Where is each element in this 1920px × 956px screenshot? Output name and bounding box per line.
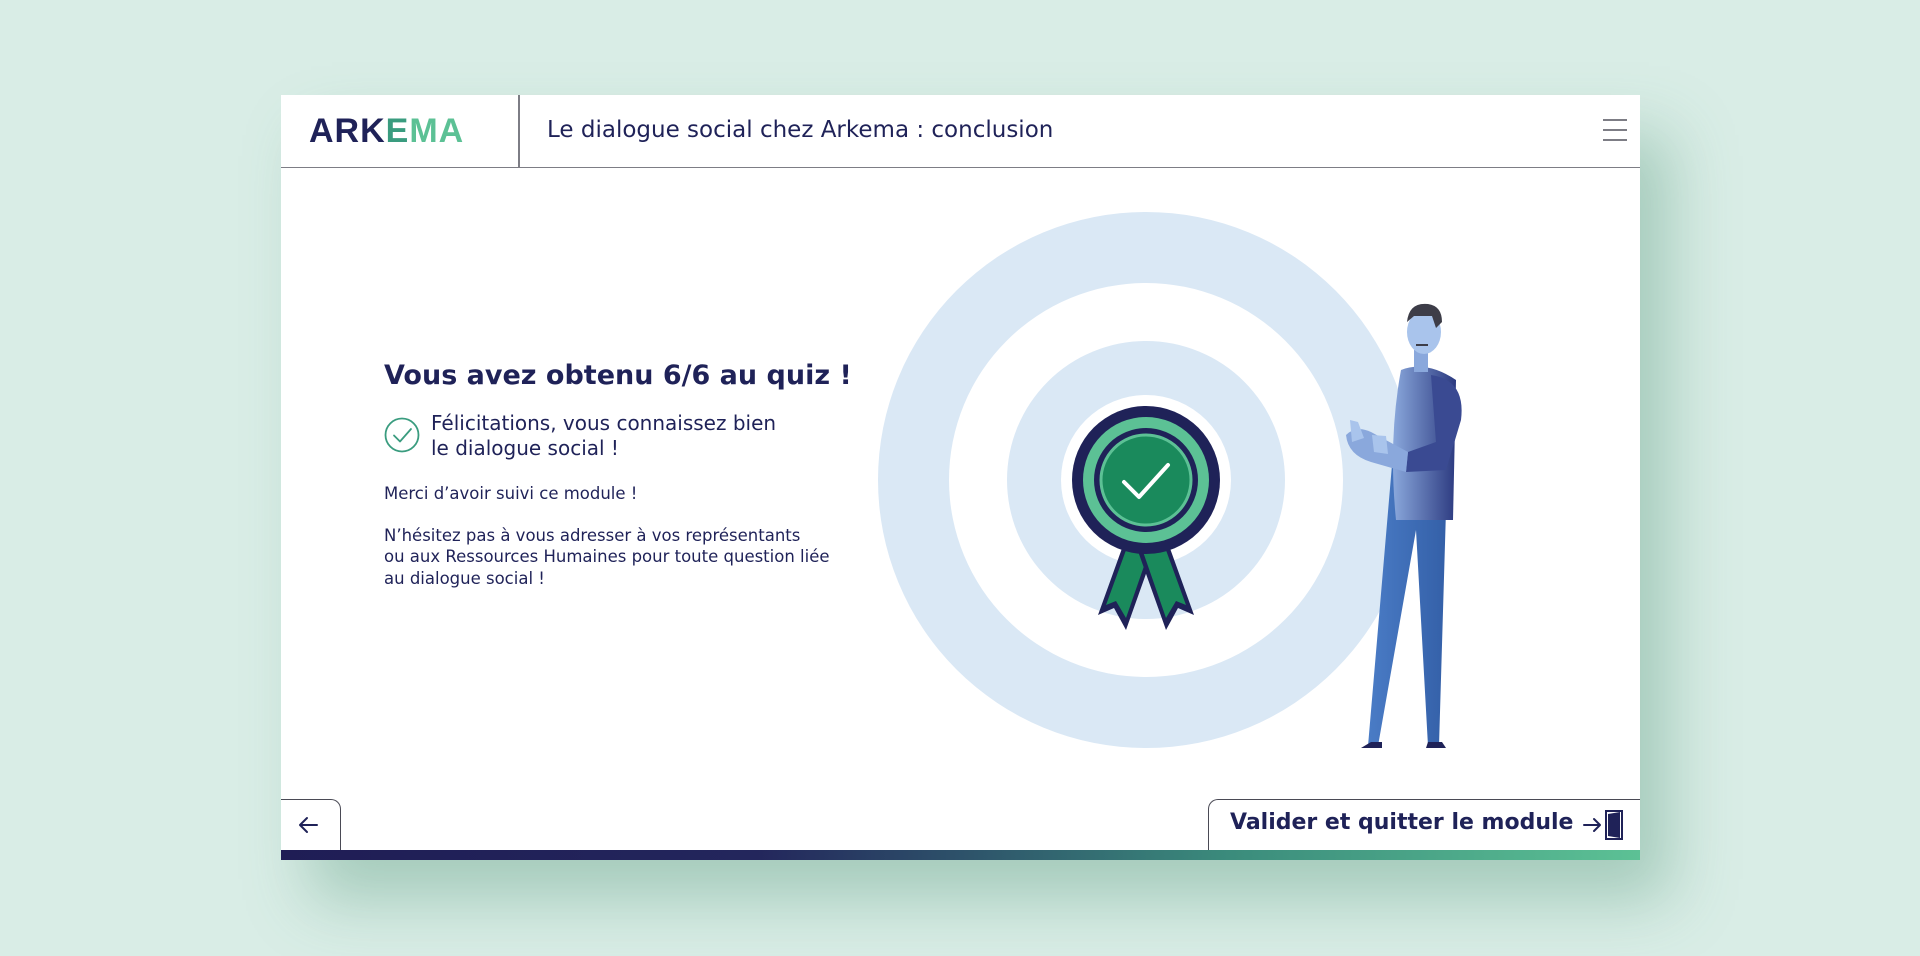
check-circle-icon: [384, 417, 420, 453]
congrats-message: Félicitations, vous connaissez bien le d…: [384, 411, 904, 461]
course-title: Le dialogue social chez Arkema : conclus…: [547, 117, 1054, 143]
award-illustration: [878, 212, 1471, 752]
contact-line-2: ou aux Ressources Humaines pour toute qu…: [384, 547, 830, 566]
arrow-left-icon: [299, 817, 318, 833]
congrats-line-1: Félicitations, vous connaissez bien: [431, 411, 777, 435]
hamburger-menu-icon[interactable]: [1600, 115, 1630, 145]
score-title: Vous avez obtenu 6/6 au quiz !: [384, 360, 852, 391]
result-panel: Vous avez obtenu 6/6 au quiz ! Félicitat…: [384, 360, 904, 589]
congrats-line-2: le dialogue social !: [431, 436, 619, 460]
progress-bar: [281, 850, 1640, 860]
header-divider: [518, 95, 520, 167]
thanks-text: Merci d’avoir suivi ce module !: [384, 484, 638, 503]
exit-button-label: Valider et quitter le module: [1230, 810, 1574, 835]
validate-exit-button[interactable]: Valider et quitter le module: [1208, 799, 1640, 850]
exit-door-icon: [1583, 810, 1623, 840]
module-window: ARKEMA Le dialogue social chez Arkema : …: [281, 95, 1640, 860]
contact-text: N’hésitez pas à vous adresser à vos repr…: [384, 525, 904, 590]
contact-line-3: au dialogue social !: [384, 568, 545, 588]
back-button[interactable]: [281, 799, 341, 850]
arkema-logo: ARKEMA: [309, 112, 465, 150]
header: ARKEMA Le dialogue social chez Arkema : …: [281, 95, 1640, 168]
contact-line-1: N’hésitez pas à vous adresser à vos repr…: [384, 525, 801, 545]
